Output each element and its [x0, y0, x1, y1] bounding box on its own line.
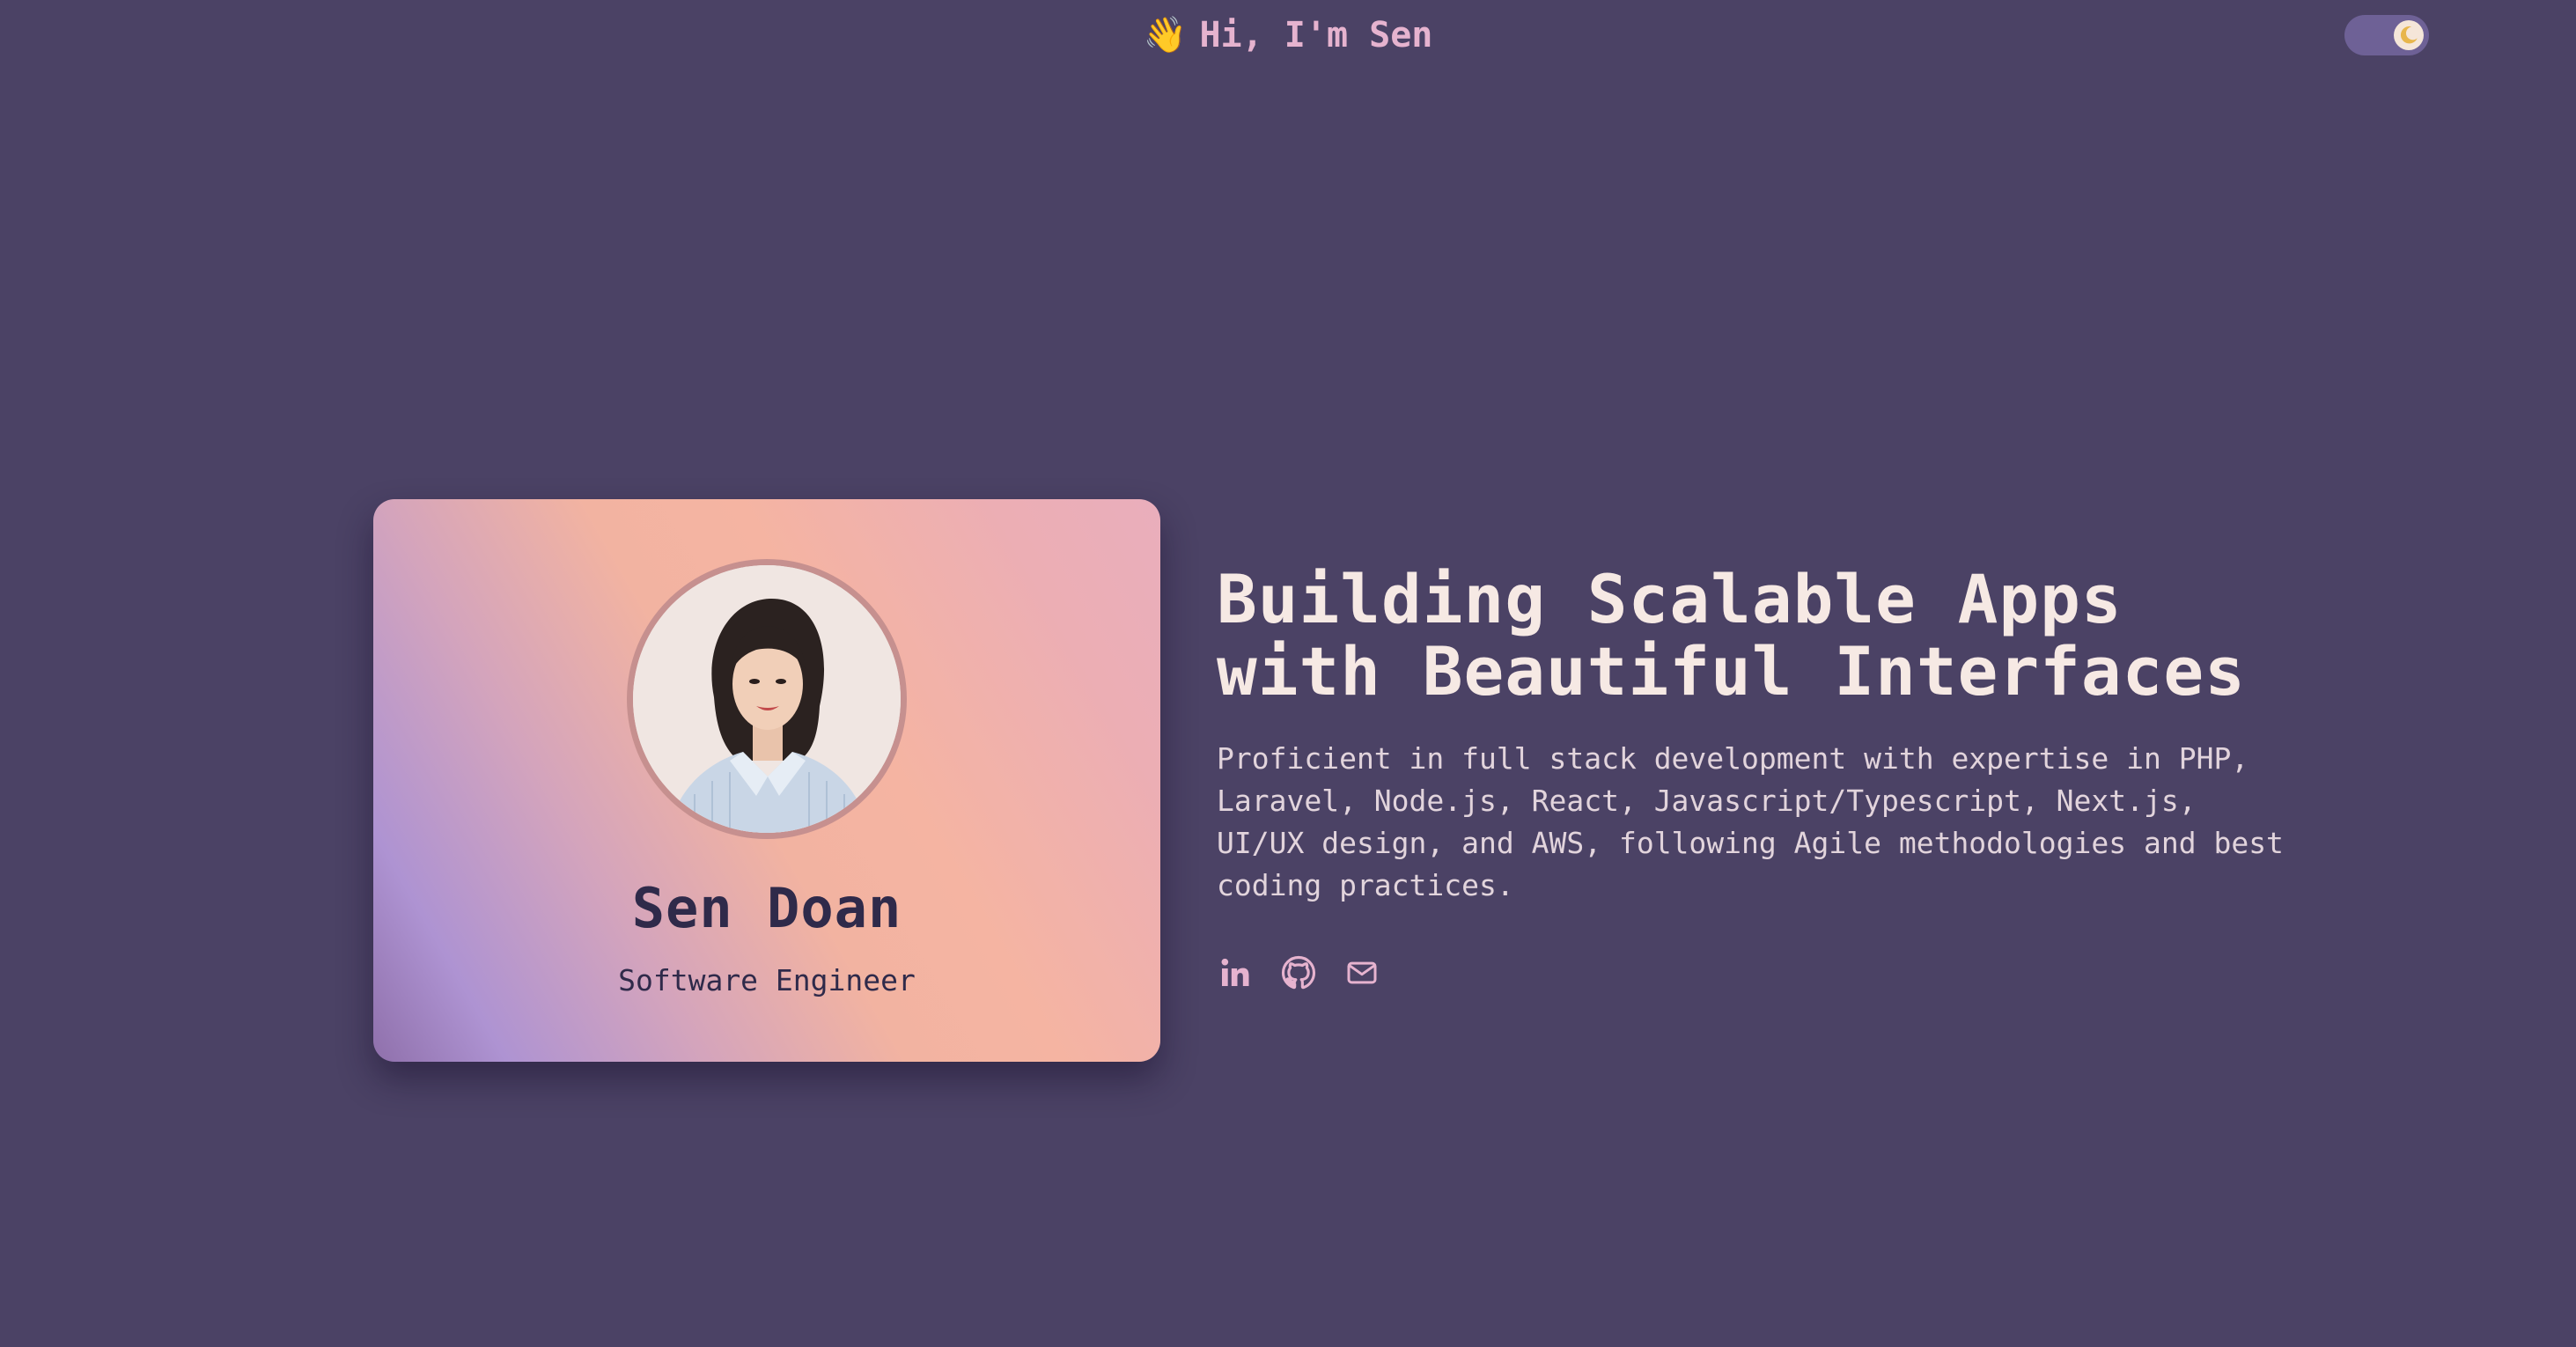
- hero-description: Proficient in full stack development wit…: [1217, 741, 2284, 902]
- hero-title: Building Scalable Apps with Beautiful In…: [1217, 563, 2361, 708]
- moon-icon: [2400, 26, 2418, 44]
- github-link[interactable]: [1280, 954, 1317, 991]
- avatar: [627, 559, 907, 839]
- mail-icon: [1347, 961, 1377, 984]
- profile-role: Software Engineer: [618, 963, 916, 997]
- github-icon: [1281, 955, 1316, 990]
- avatar-photo: [633, 565, 901, 833]
- linkedin-icon: [1221, 958, 1249, 986]
- hero-title-line1: Building Scalable Apps: [1217, 560, 2123, 638]
- profile-name: Sen Doan: [631, 876, 902, 940]
- profile-card: Sen Doan Software Engineer: [373, 499, 1160, 1062]
- header-greeting: 👋 Hi, I'm Sen: [0, 9, 2576, 62]
- toggle-knob: [2394, 20, 2424, 50]
- greeting-text: Hi, I'm Sen: [1199, 15, 1433, 55]
- waving-hand-icon: 👋: [1143, 15, 1188, 55]
- theme-toggle[interactable]: [2344, 15, 2429, 55]
- linkedin-link[interactable]: [1217, 954, 1254, 991]
- mail-link[interactable]: [1343, 954, 1380, 991]
- hero-title-line2: with Beautiful Interfaces: [1217, 632, 2246, 710]
- page: 👋 Hi, I'm Sen Sen Doan Software Engineer…: [0, 0, 2576, 1347]
- social-links: [1217, 951, 1380, 995]
